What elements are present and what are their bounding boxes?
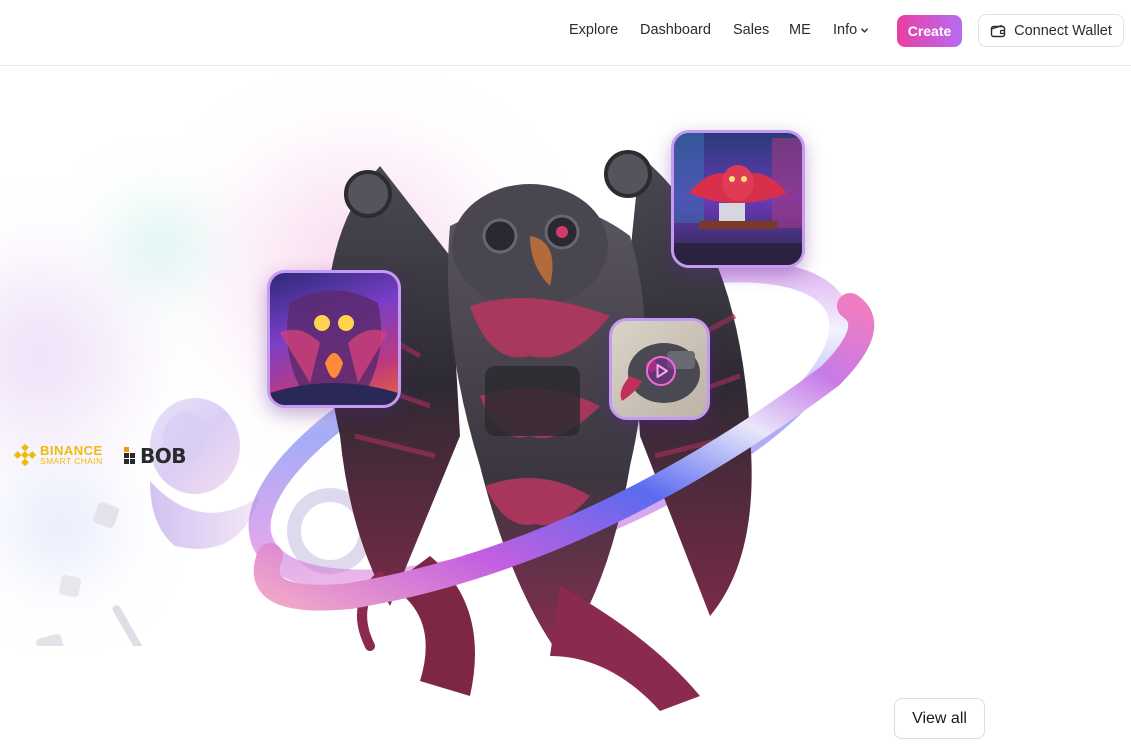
nav-explore-link[interactable]: Explore (569, 22, 618, 38)
nft-thumbnail-owl-desk[interactable] (671, 130, 805, 268)
connect-wallet-button[interactable]: Connect Wallet (978, 14, 1124, 47)
nav-info-dropdown[interactable]: Info (833, 22, 869, 38)
top-navigation-bar: Explore Dashboard Sales ME Info Create C… (0, 0, 1131, 66)
nav-me-link[interactable]: ME (789, 22, 811, 38)
nft-artwork-owl-fire (270, 290, 398, 405)
wallet-icon (990, 24, 1006, 37)
binance-icon (14, 444, 36, 466)
hero-section: BINANCE SMART CHAIN BOB View all (0, 66, 1131, 754)
nft-thumbnail-owl-fire[interactable] (267, 270, 401, 408)
smart-chain-label: SMART CHAIN (40, 456, 103, 467)
chevron-down-icon (861, 27, 869, 33)
nft-thumbnail-video[interactable] (609, 318, 710, 420)
create-button[interactable]: Create (897, 15, 962, 47)
bob-logo: BOB (124, 444, 187, 468)
nav-sales-link[interactable]: Sales (733, 22, 769, 38)
connect-wallet-label: Connect Wallet (1014, 22, 1112, 39)
binance-smart-chain-logo: BINANCE SMART CHAIN (14, 444, 103, 466)
bob-label: BOB (140, 444, 187, 468)
nav-dashboard-link[interactable]: Dashboard (640, 22, 711, 38)
play-icon[interactable] (645, 355, 677, 387)
bob-icon (124, 447, 135, 464)
nft-artwork-owl-desk (674, 133, 802, 265)
nav-info-label: Info (833, 22, 858, 38)
view-all-button[interactable]: View all (894, 698, 985, 739)
